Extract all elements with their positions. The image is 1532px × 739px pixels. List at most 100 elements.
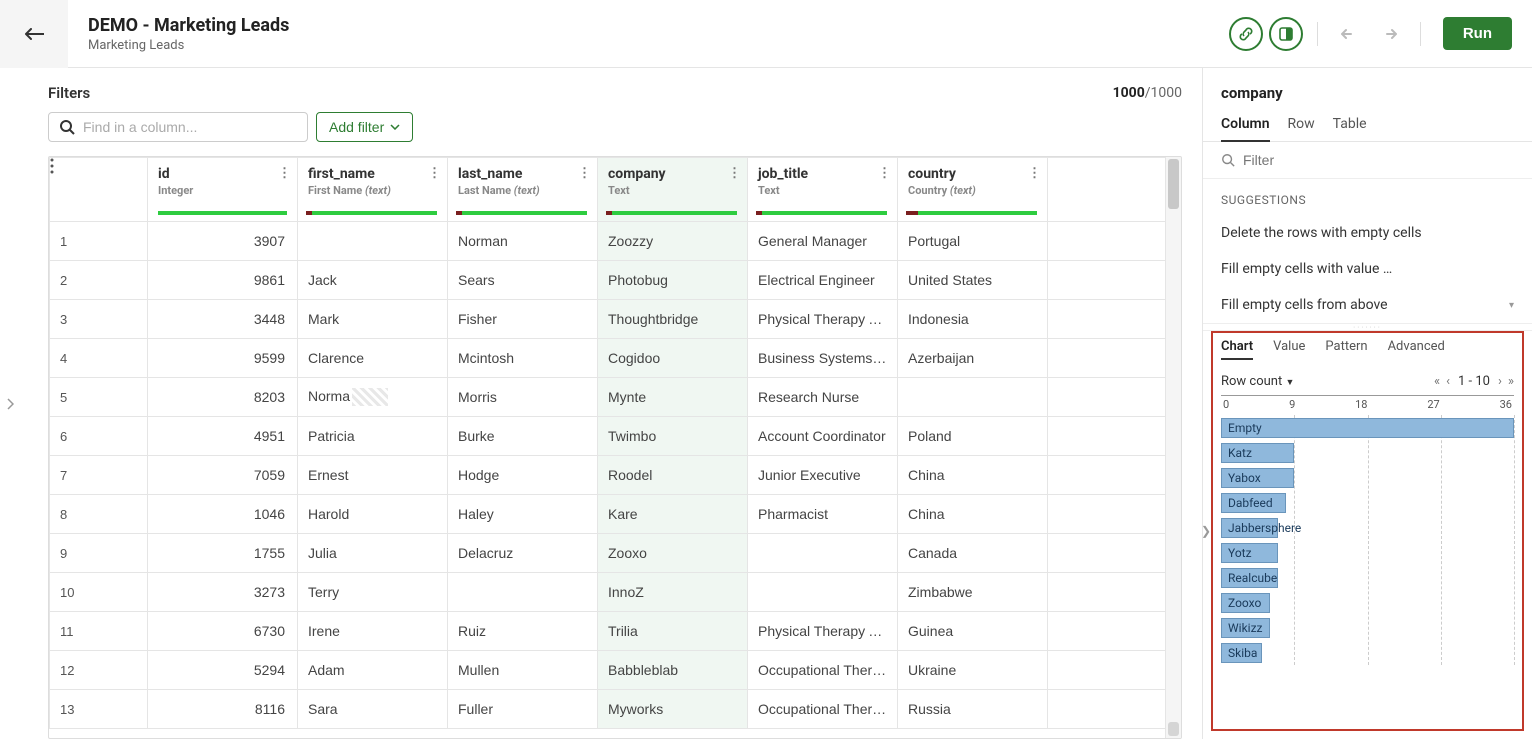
cell-id[interactable]: 7059	[148, 456, 298, 495]
cell-job-title[interactable]: Research Nurse	[748, 378, 898, 417]
cell-last-name[interactable]: Hodge	[448, 456, 598, 495]
pager-last[interactable]: »	[1508, 374, 1514, 389]
chart-bar[interactable]: Wikizz	[1221, 618, 1270, 638]
chart-tab-advanced[interactable]: Advanced	[1388, 339, 1445, 360]
cell-country[interactable]: Portugal	[898, 222, 1048, 261]
scrollbar-thumb-bottom[interactable]	[1168, 722, 1179, 736]
pager-first[interactable]: «	[1434, 374, 1440, 389]
cell-last-name[interactable]: Mcintosh	[448, 339, 598, 378]
cell-job-title[interactable]: Physical Therapy A…	[748, 612, 898, 651]
col-menu-fn[interactable]: ⋮	[428, 166, 441, 181]
cell-id[interactable]: 3907	[148, 222, 298, 261]
table-row[interactable]: 77059ErnestHodgeRoodelJunior ExecutiveCh…	[50, 456, 1181, 495]
cell-first-name[interactable]: Irene	[298, 612, 448, 651]
panel-resize-grip[interactable]: ·······	[1203, 323, 1532, 331]
table-row[interactable]: 116730IreneRuizTriliaPhysical Therapy A……	[50, 612, 1181, 651]
right-panel-filter[interactable]	[1203, 142, 1532, 179]
cell-company[interactable]: Babbleblab	[598, 651, 748, 690]
chart-bar-row[interactable]: Realcube	[1221, 565, 1514, 590]
chart-bar[interactable]: Realcube	[1221, 568, 1278, 588]
cell-country[interactable]: Ukraine	[898, 651, 1048, 690]
col-menu-ln[interactable]: ⋮	[578, 166, 591, 181]
cell-last-name[interactable]: Morris	[448, 378, 598, 417]
chart-bar-row[interactable]: Dabfeed	[1221, 490, 1514, 515]
cell-company[interactable]: InnoZ	[598, 573, 748, 612]
cell-last-name[interactable]: Sears	[448, 261, 598, 300]
cell-job-title[interactable]: Physical Therapy A…	[748, 300, 898, 339]
tab-row[interactable]: Row	[1288, 110, 1315, 141]
col-header-job-title[interactable]: job_titleText⋮	[748, 158, 898, 222]
col-menu-id[interactable]: ⋮	[278, 166, 291, 181]
pager-prev[interactable]: ‹	[1446, 374, 1450, 389]
cell-job-title[interactable]: Occupational Thera…	[748, 690, 898, 729]
chart-bar-row[interactable]: Yabox	[1221, 465, 1514, 490]
cell-first-name[interactable]: Ernest	[298, 456, 448, 495]
cell-id[interactable]: 6730	[148, 612, 298, 651]
col-header-country[interactable]: countryCountry (text)⋮	[898, 158, 1048, 222]
table-row[interactable]: 64951PatriciaBurkeTwimboAccount Coordina…	[50, 417, 1181, 456]
table-row[interactable]: 33448MarkFisherThoughtbridgePhysical The…	[50, 300, 1181, 339]
cell-id[interactable]: 8203	[148, 378, 298, 417]
cell-job-title[interactable]: Occupational Thera…	[748, 651, 898, 690]
chart-bar-row[interactable]: Empty	[1221, 415, 1514, 440]
cell-id[interactable]: 5294	[148, 651, 298, 690]
cell-company[interactable]: Zooxo	[598, 534, 748, 573]
chart-tab-value[interactable]: Value	[1273, 339, 1305, 360]
cell-last-name[interactable]: Ruiz	[448, 612, 598, 651]
col-menu-jt[interactable]: ⋮	[878, 166, 891, 181]
cell-last-name[interactable]	[448, 573, 598, 612]
table-row[interactable]: 49599ClarenceMcintoshCogidooBusiness Sys…	[50, 339, 1181, 378]
col-menu-co[interactable]: ⋮	[728, 166, 741, 181]
chart-edge-toggle[interactable]: ❯	[1202, 524, 1211, 538]
cell-country[interactable]: Guinea	[898, 612, 1048, 651]
cell-company[interactable]: Roodel	[598, 456, 748, 495]
table-row[interactable]: 91755JuliaDelacruzZooxoCanada	[50, 534, 1181, 573]
cell-first-name[interactable]: Norma	[298, 378, 448, 417]
tab-column[interactable]: Column	[1221, 110, 1270, 142]
cell-last-name[interactable]: Delacruz	[448, 534, 598, 573]
chart-bar[interactable]: Dabfeed	[1221, 493, 1286, 513]
cell-company[interactable]: Mynte	[598, 378, 748, 417]
suggestion-fill-value[interactable]: Fill empty cells with value …	[1203, 251, 1532, 287]
cell-job-title[interactable]: Account Coordinator	[748, 417, 898, 456]
cell-job-title[interactable]	[748, 534, 898, 573]
cell-company[interactable]: Myworks	[598, 690, 748, 729]
cell-id[interactable]: 3273	[148, 573, 298, 612]
cell-company[interactable]: Twimbo	[598, 417, 748, 456]
chart-bar[interactable]: Empty	[1221, 418, 1514, 438]
cell-job-title[interactable]	[748, 573, 898, 612]
cell-country[interactable]: Poland	[898, 417, 1048, 456]
chart-bar-row[interactable]: Jabbersphere	[1221, 515, 1514, 540]
table-row[interactable]: 103273TerryInnoZZimbabwe	[50, 573, 1181, 612]
chart-bar[interactable]: Yabox	[1221, 468, 1294, 488]
cell-last-name[interactable]: Mullen	[448, 651, 598, 690]
cell-company[interactable]: Cogidoo	[598, 339, 748, 378]
cell-id[interactable]: 3448	[148, 300, 298, 339]
run-button[interactable]: Run	[1443, 17, 1512, 50]
cell-first-name[interactable]: Sara	[298, 690, 448, 729]
table-row[interactable]: 58203NormaMorrisMynteResearch Nurse	[50, 378, 1181, 417]
tab-table[interactable]: Table	[1333, 110, 1367, 141]
cell-country[interactable]: Zimbabwe	[898, 573, 1048, 612]
cell-id[interactable]: 9861	[148, 261, 298, 300]
chart-bar-row[interactable]: Skiba	[1221, 640, 1514, 665]
row-menu-header[interactable]	[50, 158, 148, 222]
pager-next[interactable]: ›	[1498, 374, 1502, 389]
cell-company[interactable]: Photobug	[598, 261, 748, 300]
cell-first-name[interactable]: Jack	[298, 261, 448, 300]
col-header-company[interactable]: companyText⋮	[598, 158, 748, 222]
cell-last-name[interactable]: Haley	[448, 495, 598, 534]
back-button[interactable]	[0, 0, 68, 68]
col-header-last-name[interactable]: last_nameLast Name (text)⋮	[448, 158, 598, 222]
cell-country[interactable]: United States	[898, 261, 1048, 300]
table-vertical-scrollbar[interactable]	[1165, 157, 1181, 738]
cell-country[interactable]: Russia	[898, 690, 1048, 729]
chart-bar[interactable]: Katz	[1221, 443, 1294, 463]
cell-company[interactable]: Zoozzy	[598, 222, 748, 261]
col-header-first-name[interactable]: first_nameFirst Name (text)⋮	[298, 158, 448, 222]
add-filter-button[interactable]: Add filter	[316, 112, 413, 142]
table-row[interactable]: 29861JackSearsPhotobugElectrical Enginee…	[50, 261, 1181, 300]
link-button[interactable]	[1229, 17, 1263, 51]
chart-bar[interactable]: Skiba	[1221, 643, 1262, 663]
table-row[interactable]: 13907NormanZoozzyGeneral ManagerPortugal	[50, 222, 1181, 261]
